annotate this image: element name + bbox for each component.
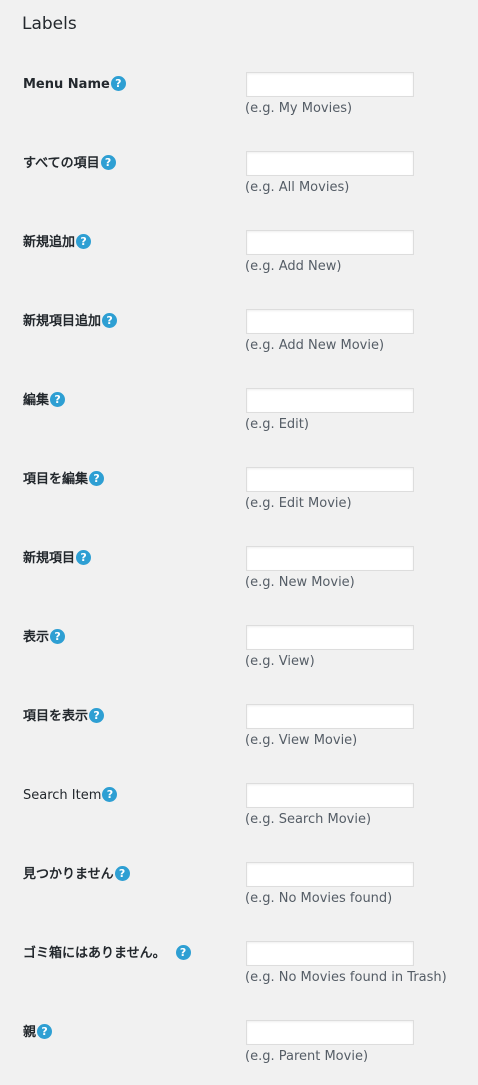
row-hint: (e.g. No Movies found in Trash) [245,970,447,985]
question-circle-icon[interactable]: ? [102,786,118,802]
question-circle-icon[interactable]: ? [175,944,191,960]
label-row-add-new-item: 新規項目追加? (e.g. Add New Movie) [0,309,478,388]
row-hint: (e.g. My Movies) [245,101,353,116]
row-hint: (e.g. All Movies) [245,180,350,195]
question-circle-icon[interactable]: ? [50,628,66,644]
row-hint: (e.g. Parent Movie) [245,1049,369,1064]
edit-item-input[interactable] [246,467,414,492]
row-label: Search Item [23,788,102,803]
add-new-item-input[interactable] [246,309,414,334]
row-label: 編集 [23,393,50,408]
question-circle-icon[interactable]: ? [37,1023,53,1039]
label-row-search-item: Search Item? (e.g. Search Movie) [0,783,478,862]
row-label: 新規追加 [23,235,76,250]
row-hint: (e.g. View) [245,654,315,669]
row-hint: (e.g. New Movie) [245,575,355,590]
all-items-input[interactable] [246,151,414,176]
question-circle-icon[interactable]: ? [76,549,92,565]
edit-input[interactable] [246,388,414,413]
search-item-input[interactable] [246,783,414,808]
row-hint: (e.g. Add New Movie) [245,338,385,353]
row-hint: (e.g. Edit Movie) [245,496,352,511]
question-circle-icon[interactable]: ? [50,391,66,407]
label-row-menu-name: Menu Name? (e.g. My Movies) [0,72,478,151]
question-circle-icon[interactable]: ? [89,707,105,723]
menu-name-input[interactable] [246,72,414,97]
row-label: 項目を表示 [23,709,89,724]
add-new-input[interactable] [246,230,414,255]
row-label: すべての項目 [23,156,100,171]
label-row-not-found-in-trash: ゴミ箱にはありません。? (e.g. No Movies found in Tr… [0,941,478,1020]
label-row-all-items: すべての項目? (e.g. All Movies) [0,151,478,230]
question-circle-icon[interactable]: ? [110,75,126,91]
question-circle-icon[interactable]: ? [114,865,130,881]
not-found-input[interactable] [246,862,414,887]
new-item-input[interactable] [246,546,414,571]
row-hint: (e.g. Search Movie) [245,812,372,827]
row-label: 新規項目 [23,551,76,566]
row-hint: (e.g. Add New) [245,259,342,274]
row-label: Menu Name [23,77,110,92]
row-label: 表示 [23,630,50,645]
row-label: ゴミ箱にはありません。 [23,946,166,961]
question-circle-icon[interactable]: ? [102,312,118,328]
row-label: 見つかりません [23,867,114,882]
view-input[interactable] [246,625,414,650]
question-circle-icon[interactable]: ? [76,233,92,249]
row-hint: (e.g. View Movie) [245,733,358,748]
question-circle-icon[interactable]: ? [100,154,116,170]
label-row-add-new: 新規追加? (e.g. Add New) [0,230,478,309]
row-label: 新規項目追加 [23,314,102,329]
row-hint: (e.g. Edit) [245,417,309,432]
row-label: 親 [23,1025,37,1040]
not-found-in-trash-input[interactable] [246,941,414,966]
label-row-edit-item: 項目を編集? (e.g. Edit Movie) [0,467,478,546]
label-row-parent: 親? (e.g. Parent Movie) [0,1020,478,1085]
row-hint: (e.g. No Movies found) [245,891,393,906]
parent-input[interactable] [246,1020,414,1045]
label-row-view-item: 項目を表示? (e.g. View Movie) [0,704,478,783]
labels-settings-panel: Labels Menu Name? (e.g. My Movies) すべての項… [0,0,478,1085]
row-label: 項目を編集 [23,472,89,487]
label-row-view: 表示? (e.g. View) [0,625,478,704]
view-item-input[interactable] [246,704,414,729]
label-row-edit: 編集? (e.g. Edit) [0,388,478,467]
label-row-not-found: 見つかりません? (e.g. No Movies found) [0,862,478,941]
label-row-new-item: 新規項目? (e.g. New Movie) [0,546,478,625]
question-circle-icon[interactable]: ? [89,470,105,486]
section-title: Labels [22,14,77,34]
